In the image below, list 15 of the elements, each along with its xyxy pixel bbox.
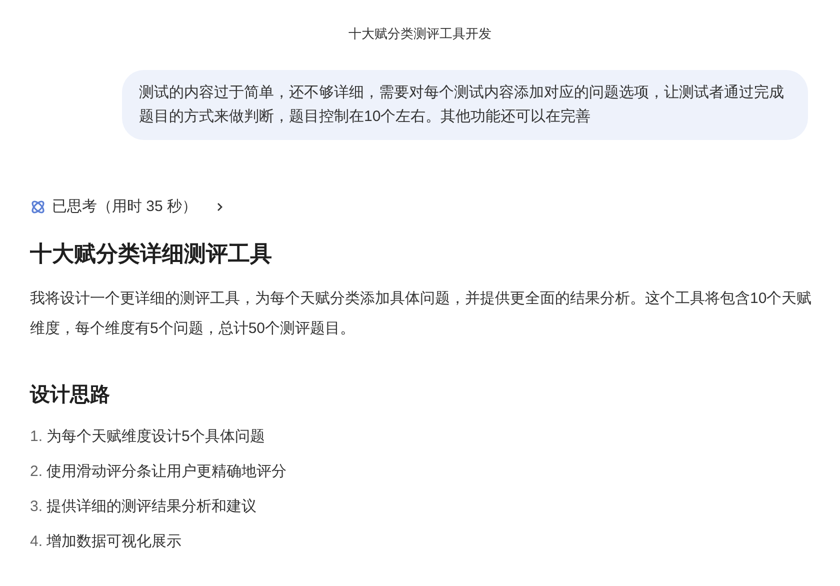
list-item-text: 为每个天赋维度设计5个具体问题 <box>46 427 265 447</box>
list-number: 4. <box>30 532 43 552</box>
list-item-text: 使用滑动评分条让用户更精确地评分 <box>46 462 287 482</box>
list-number: 2. <box>30 462 43 482</box>
atom-icon <box>30 198 46 215</box>
section-heading: 设计思路 <box>30 383 111 408</box>
user-message: 测试的内容过于简单，还不够详细，需要对每个测试内容添加对应的问题选项，让测试者通过完成题目的方式来做判断，题目控制在10个左右。其他功能还可以在完善 <box>122 70 808 140</box>
list-number: 3. <box>30 497 43 517</box>
intro-paragraph: 我将设计一个更详细的测评工具，为每个天赋分类添加具体问题，并提供更全面的结果分析。这个工具将包含10个天赋维度，每个维度有5个问题，总计50个测评题目。 <box>30 289 813 339</box>
response-heading: 十大赋分类详细测评工具 <box>30 240 273 268</box>
window-title: 十大赋分类测评工具开发 <box>348 25 492 43</box>
thinking-toggle[interactable]: 已思考（用时 35 秒） <box>30 196 226 218</box>
list-number: 1. <box>30 427 43 447</box>
list-item-text: 提供详细的测评结果分析和建议 <box>46 497 257 517</box>
list-item-text: 增加数据可视化展示 <box>46 532 182 552</box>
